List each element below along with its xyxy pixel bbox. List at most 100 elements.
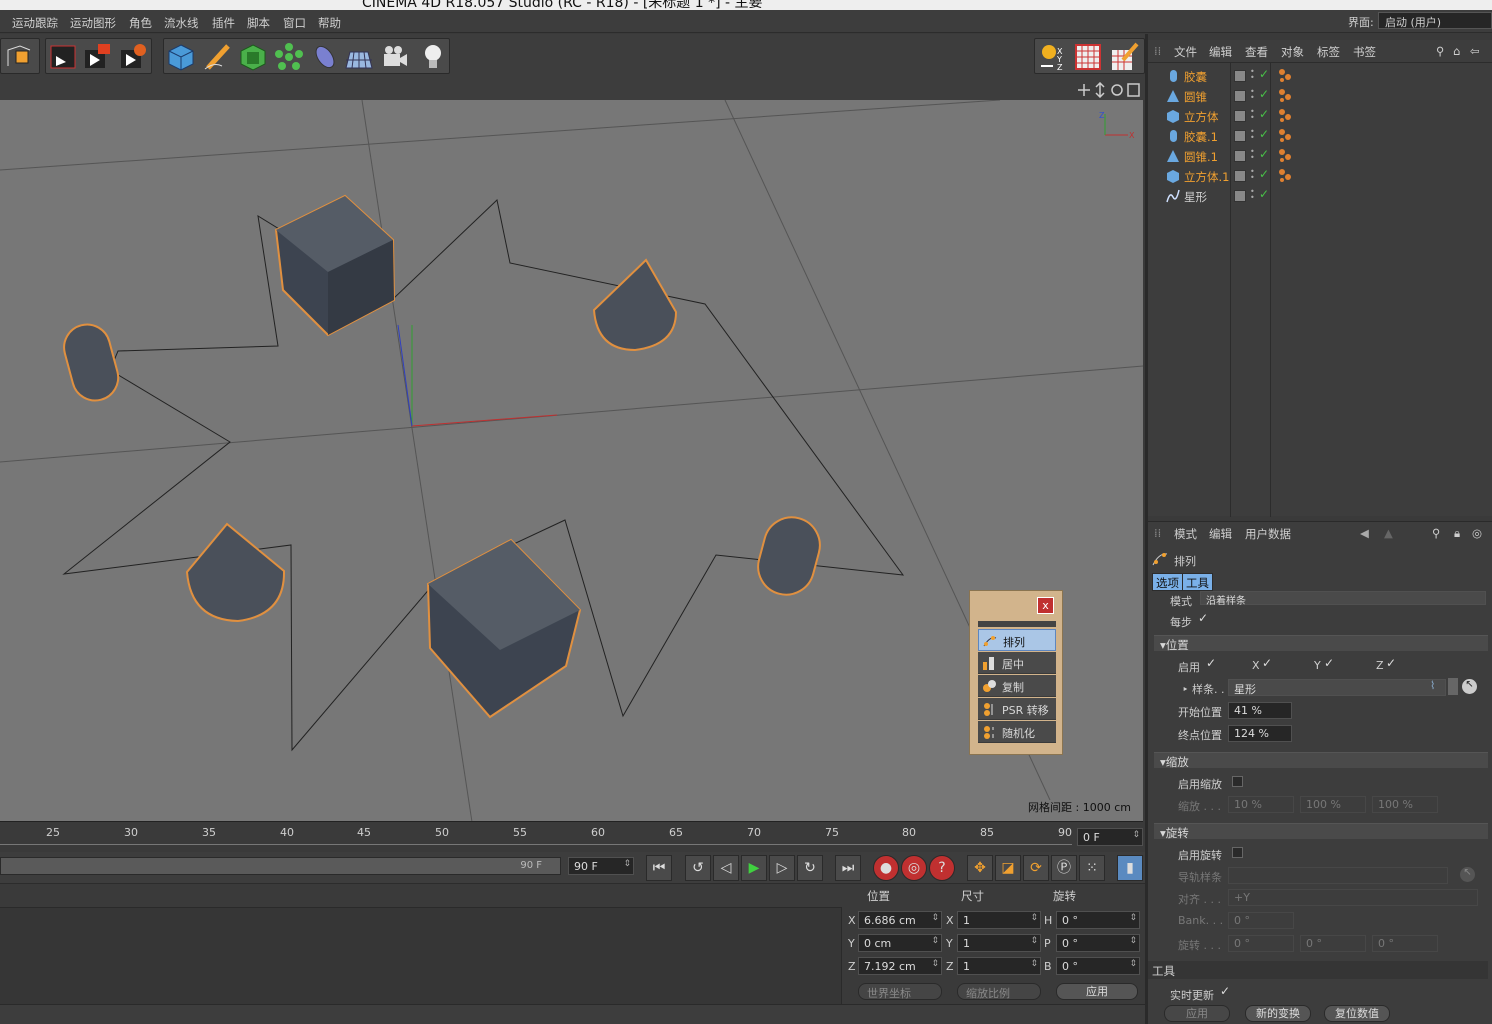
menu-pipeline[interactable]: 流水线 — [164, 15, 199, 31]
arrange-tag-icon[interactable] — [1278, 108, 1292, 122]
pen-button[interactable] — [202, 42, 232, 72]
arrange-tag-icon[interactable] — [1278, 168, 1292, 182]
key-scale-button[interactable]: ◪ — [995, 855, 1021, 881]
end-frame-field[interactable]: 90 F — [568, 857, 634, 875]
section-position[interactable]: ▾位置 — [1154, 635, 1488, 652]
render-view-button[interactable] — [48, 42, 78, 72]
scale-y-field[interactable]: 100 % — [1300, 796, 1366, 813]
per-step-check[interactable]: ✓ — [1198, 611, 1208, 625]
cloner-button[interactable] — [274, 42, 304, 72]
link-expand-button[interactable] — [1448, 678, 1458, 695]
visibility-dots[interactable]: • • — [1250, 108, 1258, 122]
size-x-field[interactable]: 1 — [957, 911, 1041, 929]
layout-select[interactable]: 启动 (用户) — [1378, 12, 1492, 29]
attr-menu-mode[interactable]: 模式 — [1174, 526, 1197, 542]
rot-h-field[interactable]: 0 ° — [1228, 935, 1294, 952]
editor-visibility-toggle[interactable] — [1234, 170, 1246, 182]
pos-z-field[interactable]: 7.192 cm — [858, 957, 942, 975]
section-rotation[interactable]: ▾旋转 — [1154, 823, 1488, 840]
object-name[interactable]: 立方体 — [1184, 109, 1219, 125]
visibility-dots[interactable]: • • — [1250, 128, 1258, 142]
close-icon[interactable]: x — [1037, 597, 1054, 614]
menu-script[interactable]: 脚本 — [247, 15, 270, 31]
menu-help[interactable]: 帮助 — [318, 15, 341, 31]
scale-z-field[interactable]: 100 % — [1372, 796, 1438, 813]
cube-button[interactable] — [166, 42, 196, 72]
enabled-check-icon[interactable]: ✓ — [1259, 127, 1269, 141]
subdivision-button[interactable] — [238, 42, 268, 72]
arrange-tag-icon[interactable] — [1278, 88, 1292, 102]
mode-select[interactable]: 沿着样条 — [1200, 591, 1486, 607]
visibility-dots[interactable]: • • — [1250, 68, 1258, 82]
scale-ratio-select[interactable]: 缩放比例 — [957, 983, 1041, 1000]
enabled-check-icon[interactable]: ✓ — [1259, 107, 1269, 121]
lock-icon[interactable]: 🔒︎ — [1454, 526, 1460, 541]
back-arrow-icon[interactable]: ◀ — [1360, 526, 1369, 540]
arrange-tag-icon[interactable] — [1278, 68, 1292, 82]
editor-visibility-toggle[interactable] — [1234, 190, 1246, 202]
render-settings-button[interactable] — [118, 42, 148, 72]
end-pos-field[interactable]: 124 % — [1228, 725, 1292, 742]
size-z-field[interactable]: 1 — [957, 957, 1041, 975]
enable-rot-checkbox[interactable] — [1232, 847, 1243, 858]
pos-x-field[interactable]: 6.686 cm — [858, 911, 942, 929]
size-y-field[interactable]: 1 — [957, 934, 1041, 952]
key-rotation-button[interactable]: ⟳ — [1023, 855, 1049, 881]
om-menu-tags[interactable]: 标签 — [1317, 44, 1340, 60]
visibility-dots[interactable]: • • — [1250, 148, 1258, 162]
object-name[interactable]: 圆锥.1 — [1184, 149, 1218, 165]
camera-button[interactable] — [380, 42, 410, 72]
object-row-cone-1[interactable]: 圆锥.1 • • ✓ — [1148, 146, 1492, 166]
scale-x-field[interactable]: 10 % — [1228, 796, 1294, 813]
section-scale[interactable]: ▾缩放 — [1154, 752, 1488, 769]
coordinate-system-button[interactable]: XYZ — [1037, 42, 1067, 72]
search-icon[interactable]: ⚲ — [1436, 44, 1444, 58]
visibility-dots[interactable]: • • — [1250, 88, 1258, 102]
up-arrow-icon[interactable]: ▲ — [1384, 526, 1393, 540]
key-help-button[interactable]: ? — [929, 855, 955, 881]
enable-scale-checkbox[interactable] — [1232, 776, 1243, 787]
y-check[interactable]: ✓ — [1324, 656, 1334, 670]
arrange-tag-icon[interactable] — [1278, 128, 1292, 142]
viewport-navigation[interactable] — [1076, 82, 1140, 98]
visibility-dots[interactable]: • • — [1250, 168, 1258, 182]
menu-plugins[interactable]: 插件 — [212, 15, 235, 31]
palette-grip[interactable] — [978, 621, 1056, 627]
object-row-capsule-1[interactable]: 胶囊.1 • • ✓ — [1148, 126, 1492, 146]
next-frame-button[interactable]: ▷ — [769, 855, 795, 881]
object-name[interactable]: 胶囊.1 — [1184, 129, 1218, 145]
world-coord-select[interactable]: 世界坐标 — [858, 983, 942, 1000]
prev-key-button[interactable]: ↺ — [685, 855, 711, 881]
menu-character[interactable]: 角色 — [129, 15, 152, 31]
workplane-button[interactable] — [1109, 42, 1139, 72]
editor-visibility-toggle[interactable] — [1234, 110, 1246, 122]
duplicate-tool-item[interactable]: 复制 — [978, 675, 1056, 697]
object-list[interactable]: 胶囊 • • ✓ 圆锥 • • ✓ 立方体 • • ✓ 胶囊.1 • • ✓ 圆锥.1 … — [1148, 62, 1492, 517]
enabled-check-icon[interactable]: ✓ — [1259, 147, 1269, 161]
z-check[interactable]: ✓ — [1386, 656, 1396, 670]
deformer-button[interactable] — [310, 42, 340, 72]
play-button[interactable]: ▶ — [741, 855, 767, 881]
spline-link-field[interactable]: 星形 — [1228, 679, 1446, 696]
om-menu-edit[interactable]: 编辑 — [1209, 44, 1232, 60]
home-icon[interactable]: ⌂ — [1453, 44, 1460, 58]
enabled-check-icon[interactable]: ✓ — [1259, 67, 1269, 81]
object-row-capsule[interactable]: 胶囊 • • ✓ — [1148, 66, 1492, 86]
light-button[interactable] — [418, 42, 448, 72]
arrange-tool-item[interactable]: 排列 — [978, 629, 1056, 651]
attr-menu-userdata[interactable]: 用户数据 — [1245, 526, 1291, 542]
om-menu-view[interactable]: 查看 — [1245, 44, 1268, 60]
object-name[interactable]: 胶囊 — [1184, 69, 1207, 85]
material-manager[interactable] — [0, 884, 842, 1004]
rot-b-field[interactable]: 0 ° — [1372, 935, 1438, 952]
editor-visibility-toggle[interactable] — [1234, 90, 1246, 102]
record-button[interactable]: ● — [873, 855, 899, 881]
x-check[interactable]: ✓ — [1262, 656, 1272, 670]
start-pos-field[interactable]: 41 % — [1228, 702, 1292, 719]
timeline-ruler[interactable]: 25 30 35 40 45 50 55 60 65 70 75 80 85 9… — [0, 822, 1145, 852]
rail-spline-field[interactable] — [1228, 867, 1448, 884]
next-key-button[interactable]: ↻ — [797, 855, 823, 881]
render-picture-button[interactable] — [82, 42, 112, 72]
object-name[interactable]: 星形 — [1184, 189, 1207, 205]
arrange-tag-icon[interactable] — [1278, 148, 1292, 162]
